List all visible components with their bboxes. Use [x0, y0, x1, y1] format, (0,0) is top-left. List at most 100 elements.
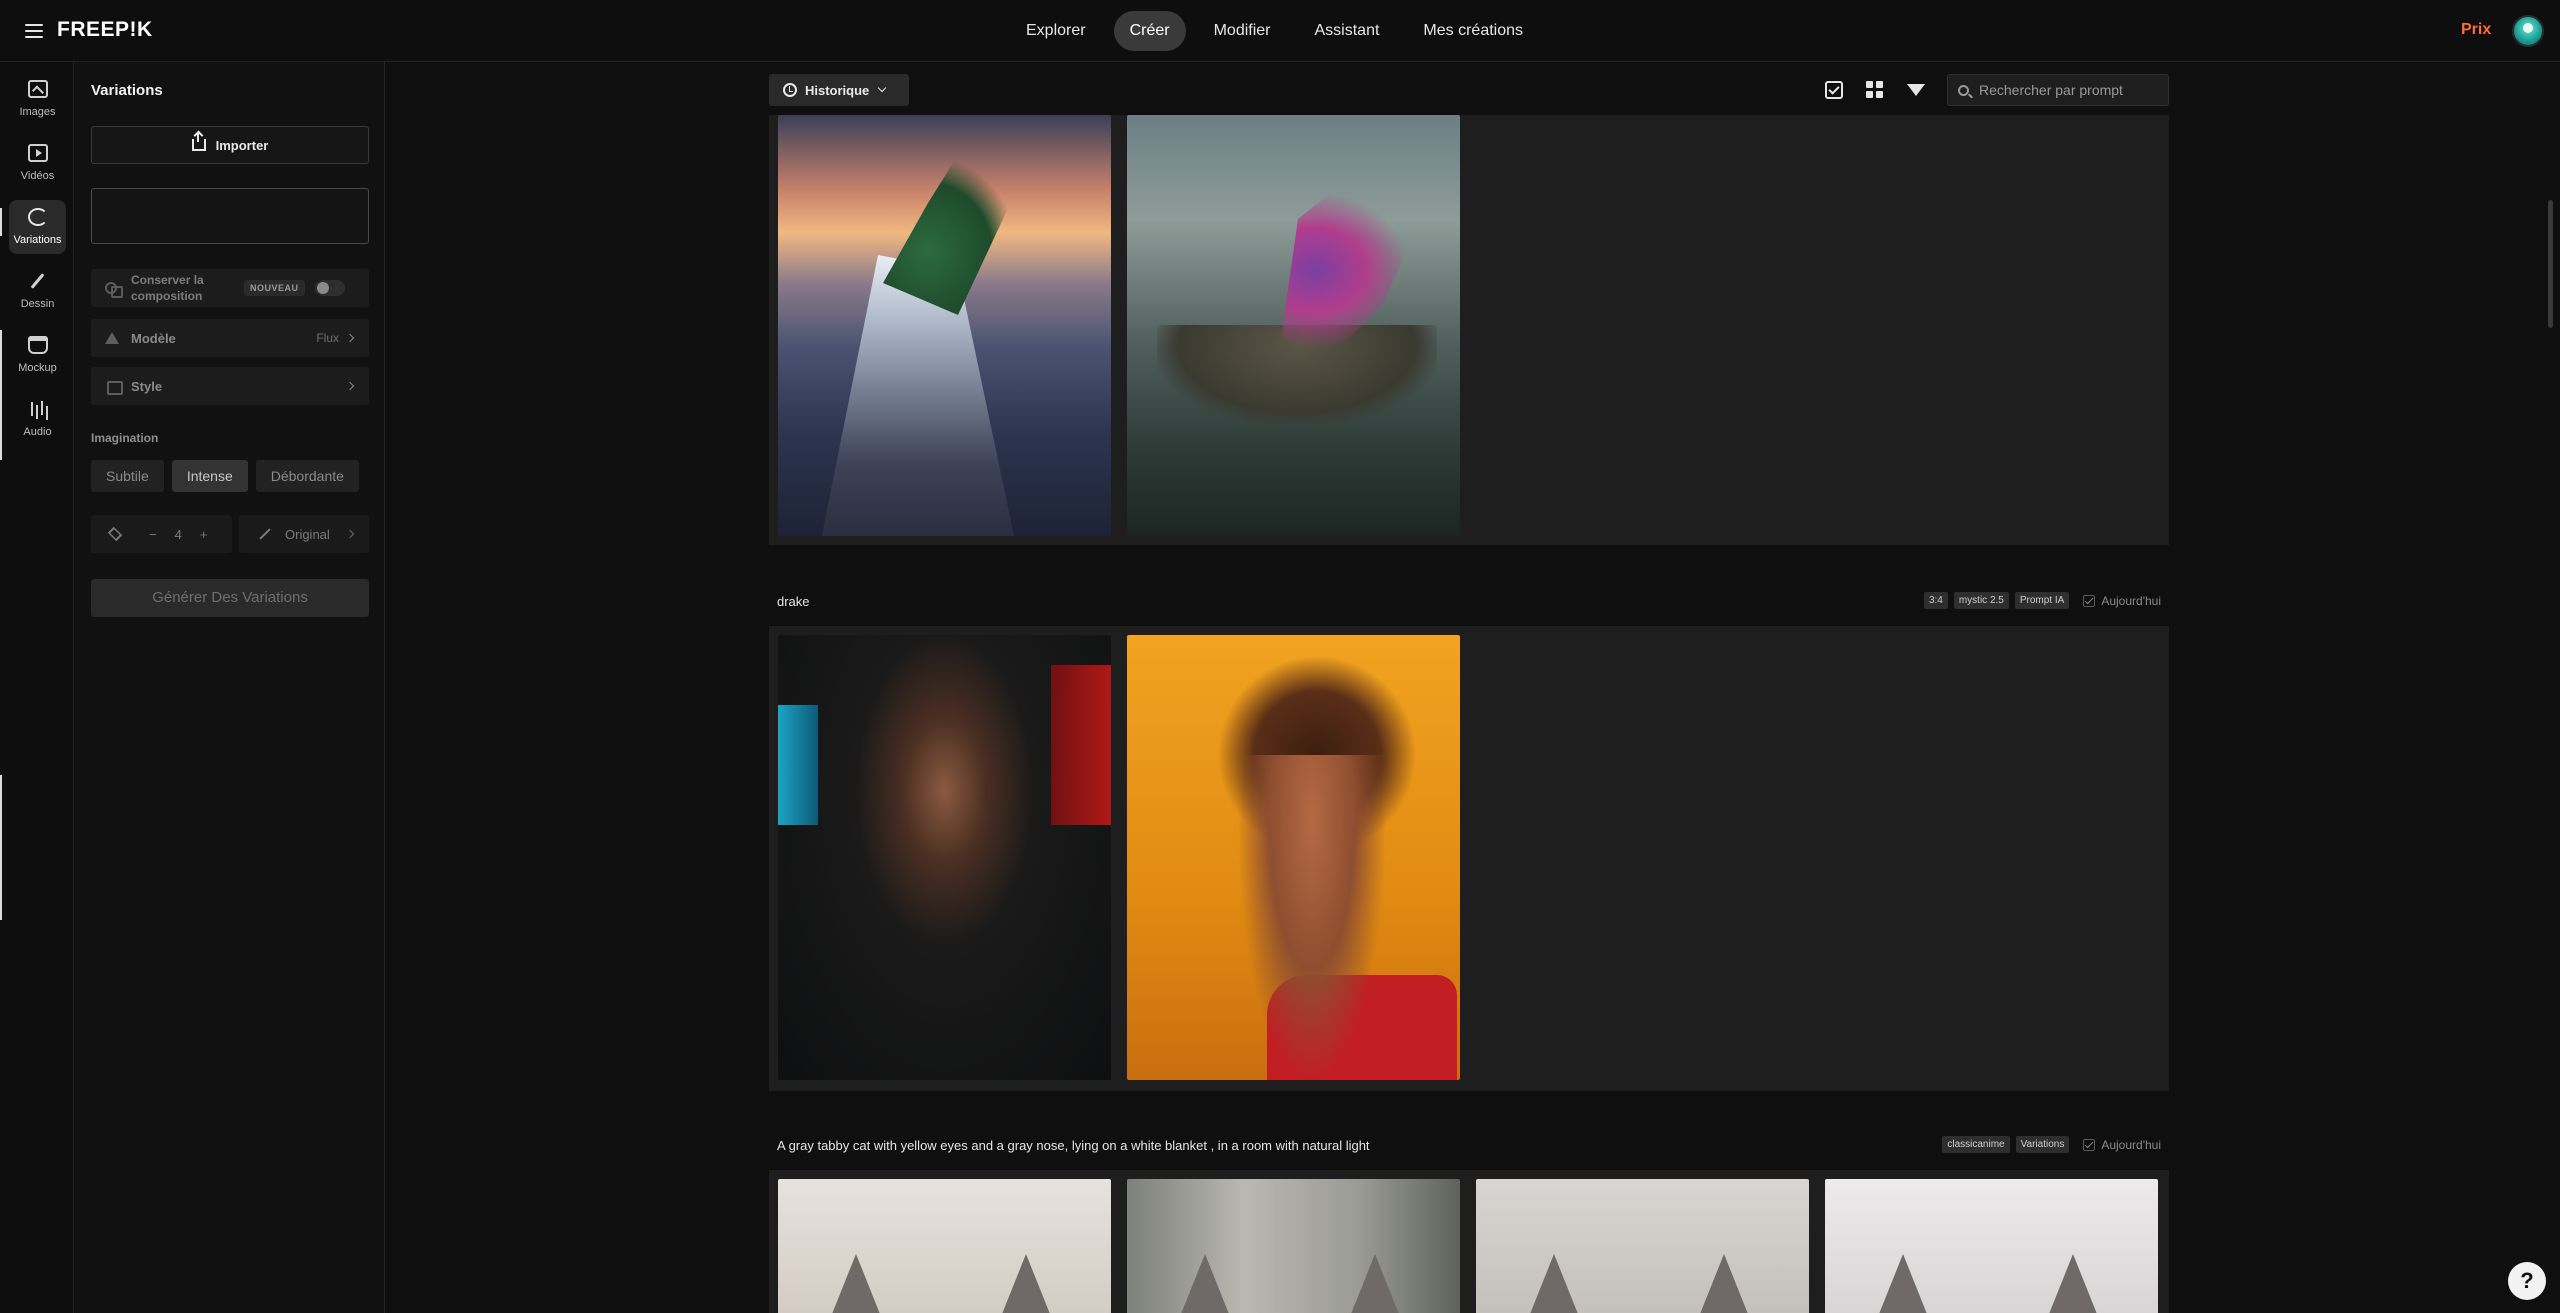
group-tags: classicanime Variations Aujourd'hui: [1942, 1136, 2161, 1153]
aspect-ratio-selector[interactable]: Original: [239, 515, 369, 553]
date-label: Aujourd'hui: [2101, 1137, 2161, 1152]
group-date[interactable]: Aujourd'hui: [2083, 1138, 2161, 1152]
images-icon: [27, 80, 48, 98]
scrollbar-thumb[interactable]: [2548, 200, 2553, 328]
composition-label: Conserver la composition: [131, 273, 204, 303]
imagination-options: Subtile Intense Débordante: [91, 460, 359, 492]
brush-icon: [28, 272, 48, 290]
group-prompt[interactable]: A gray tabby cat with yellow eyes and a …: [777, 1138, 1370, 1153]
search-input[interactable]: [1979, 82, 2159, 98]
group-date[interactable]: Aujourd'hui: [2083, 594, 2161, 608]
generation-group: [769, 115, 2169, 545]
new-badge: NOUVEAU: [244, 280, 305, 296]
grid-view-icon[interactable]: [1866, 81, 1884, 99]
increment-button[interactable]: +: [200, 527, 208, 542]
tag-model: mystic 2.5: [1953, 592, 2009, 609]
imagination-intense[interactable]: Intense: [171, 460, 248, 492]
history-icon: [783, 83, 797, 97]
rail-item-images[interactable]: Images: [9, 72, 66, 126]
tag-mode: Variations: [2015, 1136, 2070, 1153]
keep-composition-row: Conserver la composition NOUVEAU: [91, 269, 369, 307]
style-label: Style: [131, 378, 163, 394]
rail-item-mockup[interactable]: Mockup: [9, 328, 66, 382]
model-icon: [105, 330, 121, 346]
main-nav: Explorer Créer Modifier Assistant Mes cr…: [1010, 11, 1539, 51]
tool-rail: Images Vidéos Variations Dessin Mockup A…: [0, 62, 74, 1313]
checkbox-icon: [2083, 1138, 2096, 1151]
image-detail: [1267, 975, 1457, 1080]
group-prompt[interactable]: drake: [777, 594, 810, 609]
generate-variations-button[interactable]: Générer Des Variations: [91, 579, 369, 617]
select-check-icon[interactable]: [1825, 81, 1843, 99]
group-header: A gray tabby cat with yellow eyes and a …: [769, 1131, 2169, 1161]
history-toolbar: Historique: [769, 74, 2169, 106]
menu-icon[interactable]: [22, 20, 46, 42]
rail-item-audio[interactable]: Audio: [9, 392, 66, 446]
rail-item-dessin[interactable]: Dessin: [9, 264, 66, 318]
rail-label: Variations: [13, 234, 62, 246]
model-label: Modèle: [131, 330, 176, 346]
tag-prompt-ia: Prompt IA: [2014, 592, 2070, 609]
nav-mes-creations[interactable]: Mes créations: [1407, 11, 1539, 51]
history-dropdown[interactable]: Historique: [769, 74, 909, 106]
expand-icon: [259, 528, 271, 540]
date-label: Aujourd'hui: [2101, 593, 2161, 608]
checkbox-icon: [2083, 594, 2096, 607]
generated-image[interactable]: [1127, 115, 1460, 536]
nav-modifier[interactable]: Modifier: [1198, 11, 1287, 51]
filter-icon[interactable]: [1907, 84, 1925, 96]
decrement-button[interactable]: −: [149, 527, 157, 542]
generated-image[interactable]: [778, 115, 1111, 536]
generated-image[interactable]: [778, 635, 1111, 1080]
rail-label: Vidéos: [20, 170, 55, 182]
generated-image[interactable]: [1476, 1179, 1809, 1313]
imagination-subtile[interactable]: Subtile: [91, 460, 164, 492]
model-selector[interactable]: Modèle Flux: [91, 319, 369, 357]
style-selector[interactable]: Style: [91, 367, 369, 405]
variation-count-stepper: − 4 +: [91, 515, 232, 553]
pricing-link[interactable]: Prix: [2461, 21, 2491, 39]
imagination-title: Imagination: [91, 431, 159, 445]
variations-panel: Variations Importer Conserver la composi…: [74, 62, 385, 1313]
group-tags: 3:4 mystic 2.5 Prompt IA Aujourd'hui: [1923, 592, 2161, 609]
chevron-down-icon: [878, 83, 887, 93]
nav-assistant[interactable]: Assistant: [1299, 11, 1396, 51]
generated-image[interactable]: [778, 1179, 1111, 1313]
chevron-right-icon: [345, 529, 355, 539]
window-edge: [0, 775, 2, 920]
generated-image[interactable]: [1127, 1179, 1460, 1313]
import-button[interactable]: Importer: [91, 126, 369, 164]
user-avatar[interactable]: [2512, 15, 2544, 47]
image-drop-zone[interactable]: [91, 188, 369, 244]
generation-group: [769, 1170, 2169, 1313]
rail-item-variations[interactable]: Variations: [9, 200, 66, 254]
window-edge: [0, 330, 2, 460]
import-label: Importer: [215, 137, 269, 153]
imagination-debordante[interactable]: Débordante: [255, 460, 359, 492]
scrollbar[interactable]: [2545, 62, 2555, 1313]
nav-explorer[interactable]: Explorer: [1010, 11, 1102, 51]
generated-image[interactable]: [1825, 1179, 2158, 1313]
count-value: 4: [174, 526, 182, 542]
nav-creer[interactable]: Créer: [1113, 11, 1186, 51]
ratio-label: Original: [285, 526, 330, 542]
help-button[interactable]: ?: [2508, 1262, 2546, 1300]
rail-item-videos[interactable]: Vidéos: [9, 136, 66, 190]
prompt-search: [1947, 74, 2169, 106]
style-icon: [105, 378, 123, 395]
layers-icon: [107, 526, 123, 542]
group-header: drake 3:4 mystic 2.5 Prompt IA Aujourd'h…: [769, 587, 2169, 617]
rail-label: Mockup: [18, 362, 57, 374]
history-label: Historique: [805, 82, 870, 98]
audio-wave-icon: [28, 400, 48, 418]
generation-group: [769, 626, 2169, 1091]
mockup-icon: [27, 336, 48, 354]
composition-toggle[interactable]: [314, 280, 345, 296]
freepik-logo[interactable]: FREEP!K: [57, 18, 153, 42]
history-area: Historique drake 3:4 mystic 2.5 Prompt I…: [385, 62, 2560, 1313]
rail-label: Dessin: [20, 298, 55, 310]
chevron-right-icon: [345, 381, 355, 391]
generated-image[interactable]: [1127, 635, 1460, 1080]
chevron-right-icon: [345, 333, 355, 343]
refresh-icon: [27, 208, 48, 226]
